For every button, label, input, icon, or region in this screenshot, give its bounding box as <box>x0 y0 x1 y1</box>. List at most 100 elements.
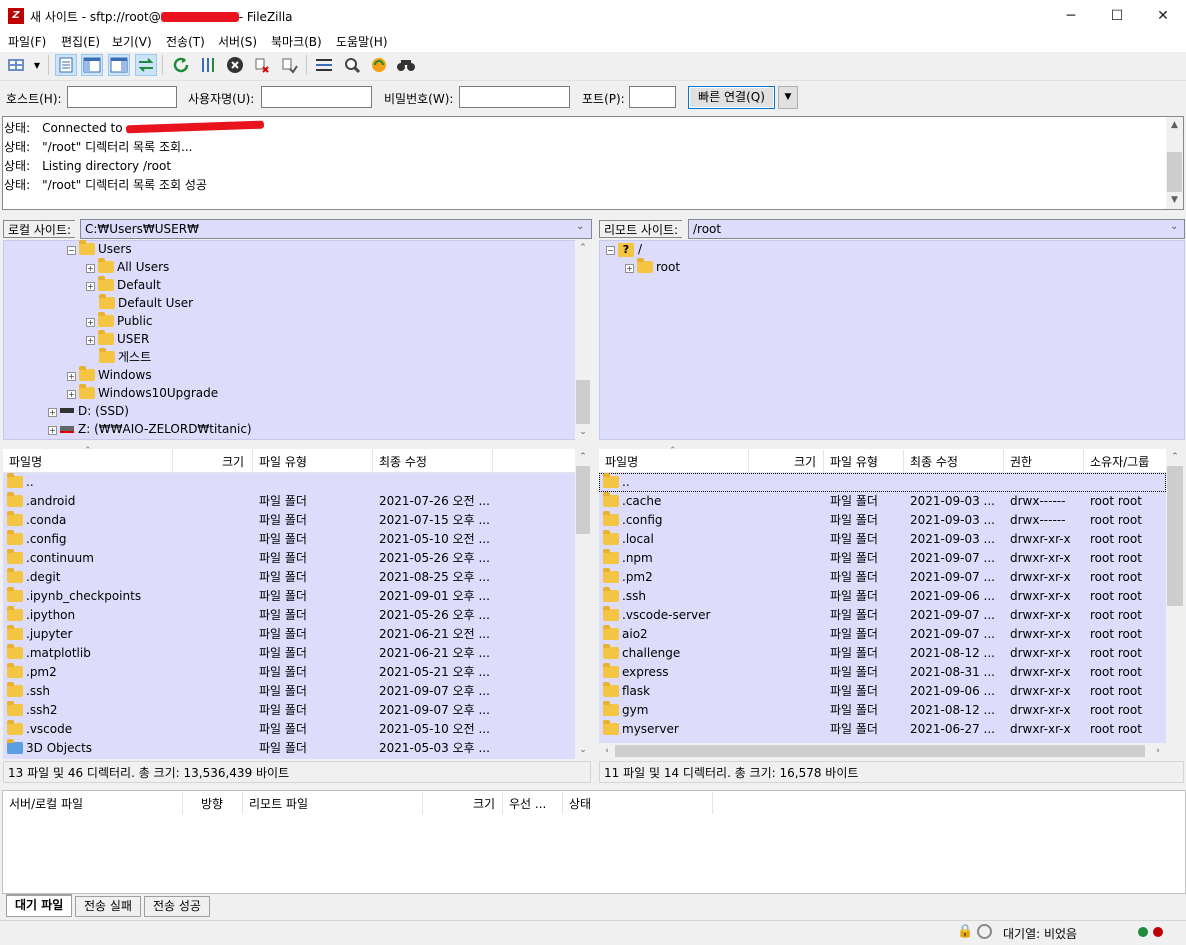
scroll-up-arrow-icon[interactable]: ⌃ <box>575 449 591 466</box>
scroll-right-arrow-icon[interactable]: › <box>1150 743 1166 759</box>
scroll-thumb[interactable] <box>576 380 590 424</box>
scroll-left-arrow-icon[interactable]: ‹ <box>599 743 615 759</box>
menu-transfer[interactable]: 전송(T) <box>166 33 205 50</box>
queue-column-status[interactable]: 상태 <box>569 795 591 812</box>
column-separator[interactable] <box>823 450 824 472</box>
scroll-up-arrow-icon[interactable]: ⌃ <box>1166 449 1184 466</box>
collapse-icon[interactable]: − <box>606 246 615 255</box>
expand-icon[interactable]: + <box>67 390 76 399</box>
expand-icon[interactable]: + <box>86 336 95 345</box>
scroll-thumb[interactable] <box>615 745 1145 757</box>
site-manager-dropdown-icon[interactable]: ▼ <box>30 54 44 76</box>
column-separator[interactable] <box>562 792 563 814</box>
column-separator[interactable] <box>1003 450 1004 472</box>
queue-column-remote-file[interactable]: 리모트 파일 <box>249 795 308 812</box>
expand-icon[interactable]: + <box>48 408 57 417</box>
column-filename[interactable]: 파일명 <box>605 453 638 470</box>
column-separator[interactable] <box>422 792 423 814</box>
column-owner[interactable]: 소유자/그룹 <box>1090 453 1149 470</box>
port-input[interactable] <box>629 86 676 108</box>
remote-file-row[interactable]: myserver <box>599 720 1166 739</box>
column-separator[interactable] <box>1083 450 1084 472</box>
menu-file[interactable]: 파일(F) <box>8 33 46 50</box>
remote-file-row[interactable]: flask <box>599 682 1166 701</box>
site-manager-icon[interactable] <box>6 54 26 76</box>
directory-listing-filter-icon[interactable] <box>313 54 335 76</box>
toggle-remote-tree-icon[interactable] <box>108 54 130 76</box>
cancel-icon[interactable] <box>224 54 246 76</box>
column-separator[interactable] <box>748 450 749 472</box>
tree-item-default[interactable]: + Default <box>86 276 161 294</box>
sync-browse-icon[interactable] <box>368 54 390 76</box>
remote-tree[interactable] <box>599 240 1185 440</box>
password-input[interactable] <box>459 86 570 108</box>
remote-file-row[interactable]: .pm2 <box>599 568 1166 587</box>
remote-file-row[interactable]: aio2 <box>599 625 1166 644</box>
column-modified[interactable]: 최종 수정 <box>910 453 958 470</box>
tab-successful-transfers[interactable]: 전송 성공 <box>144 896 210 917</box>
tree-item-guest[interactable]: 게스트 <box>99 348 151 366</box>
toggle-queue-icon[interactable] <box>135 54 157 76</box>
column-separator[interactable] <box>172 450 173 472</box>
remote-file-row[interactable]: gym <box>599 701 1166 720</box>
scroll-down-arrow-icon[interactable]: ⌄ <box>575 424 591 441</box>
tree-item-root-dir[interactable]: −? / <box>606 240 642 258</box>
refresh-icon[interactable] <box>170 54 192 76</box>
column-separator[interactable] <box>712 792 713 814</box>
menu-view[interactable]: 보기(V) <box>112 33 152 50</box>
queue-column-size[interactable]: 크기 <box>473 795 495 812</box>
column-separator[interactable] <box>903 450 904 472</box>
reconnect-icon[interactable] <box>278 54 300 76</box>
remote-file-row[interactable]: express <box>599 663 1166 682</box>
process-queue-icon[interactable] <box>197 54 219 76</box>
remote-file-row[interactable]: .ssh <box>599 587 1166 606</box>
column-modified[interactable]: 최종 수정 <box>379 453 427 470</box>
quickconnect-dropdown-button[interactable]: ▼ <box>778 86 798 109</box>
remote-file-row[interactable]: .npm <box>599 549 1166 568</box>
tree-item-drive-d[interactable]: + D: (SSD) <box>48 402 129 420</box>
username-input[interactable] <box>261 86 372 108</box>
column-separator[interactable] <box>492 450 493 472</box>
queue-column-priority[interactable]: 우선 ... <box>509 795 546 812</box>
menu-server[interactable]: 서버(S) <box>218 33 257 50</box>
remote-path-combo[interactable]: /root <box>688 219 1185 239</box>
chevron-down-icon[interactable]: ⌄ <box>1170 221 1178 232</box>
search-icon[interactable] <box>395 54 417 76</box>
tree-item-windows10upgrade[interactable]: + Windows10Upgrade <box>67 384 218 402</box>
scroll-down-arrow-icon[interactable]: ⌄ <box>575 742 591 759</box>
column-filetype[interactable]: 파일 유형 <box>259 453 307 470</box>
menu-help[interactable]: 도움말(H) <box>336 33 388 50</box>
expand-icon[interactable]: + <box>86 264 95 273</box>
tab-failed-transfers[interactable]: 전송 실패 <box>75 896 141 917</box>
scroll-thumb[interactable] <box>1167 152 1182 192</box>
tab-queued-files[interactable]: 대기 파일 <box>6 894 73 917</box>
column-permissions[interactable]: 권한 <box>1010 453 1032 470</box>
scroll-thumb[interactable] <box>576 466 590 534</box>
expand-icon[interactable]: + <box>48 426 57 435</box>
chevron-down-icon[interactable]: ⌄ <box>576 221 584 232</box>
remote-file-row[interactable]: challenge <box>599 644 1166 663</box>
disconnect-icon[interactable] <box>251 54 273 76</box>
scroll-down-arrow-icon[interactable]: ▼ <box>1166 192 1183 209</box>
scroll-up-arrow-icon[interactable]: ▲ <box>1166 117 1183 134</box>
toggle-local-tree-icon[interactable] <box>81 54 103 76</box>
menu-edit[interactable]: 편집(E) <box>61 33 100 50</box>
column-separator[interactable] <box>182 792 183 814</box>
remote-file-row[interactable]: .vscode-server <box>599 606 1166 625</box>
remote-file-row[interactable]: .local <box>599 530 1166 549</box>
column-separator[interactable] <box>502 792 503 814</box>
tree-item-user[interactable]: + USER <box>86 330 149 348</box>
column-separator[interactable] <box>252 450 253 472</box>
toggle-log-icon[interactable] <box>55 54 77 76</box>
expand-icon[interactable]: + <box>625 264 634 273</box>
tree-item-public[interactable]: + Public <box>86 312 153 330</box>
queue-column-direction[interactable]: 방향 <box>201 795 223 812</box>
column-filename[interactable]: 파일명 <box>9 453 42 470</box>
collapse-icon[interactable]: − <box>67 246 76 255</box>
close-button[interactable]: ✕ <box>1140 0 1186 32</box>
column-separator[interactable] <box>242 792 243 814</box>
expand-icon[interactable]: + <box>86 318 95 327</box>
expand-icon[interactable]: + <box>86 282 95 291</box>
menu-bookmarks[interactable]: 북마크(B) <box>271 33 322 50</box>
local-file-row[interactable]: .. <box>3 473 576 492</box>
